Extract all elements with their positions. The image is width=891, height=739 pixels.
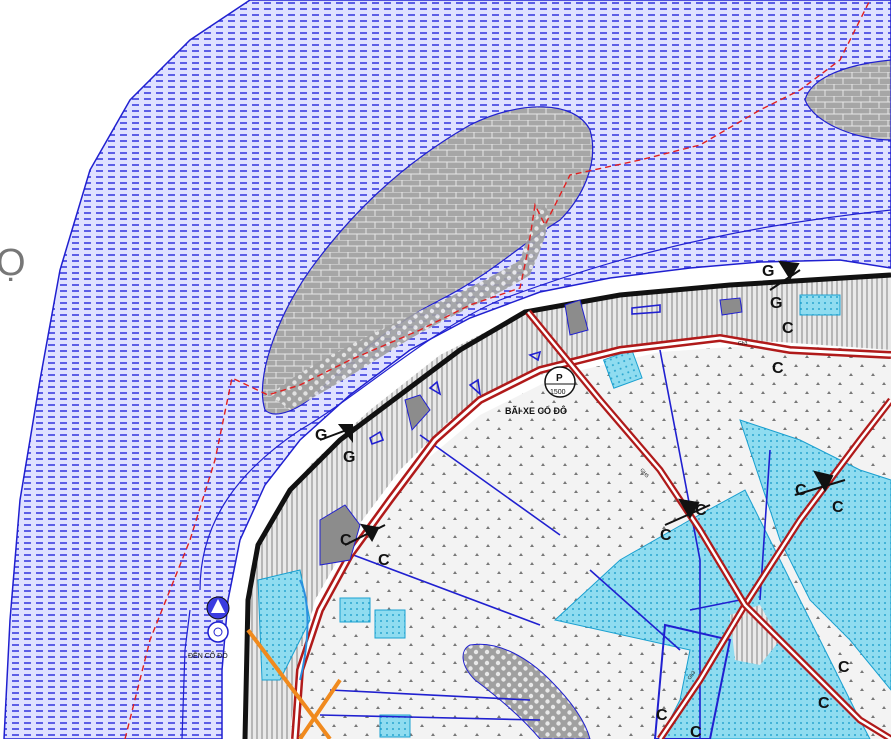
- section-cc-label-11: C: [656, 707, 668, 724]
- planning-map: Ọ P 1500 BÃI XE CỔ ĐÔ ĐỀN CỔ ĐÔ G G G G …: [0, 0, 891, 739]
- green-plot-5: [799, 294, 841, 316]
- green-plot-2: [374, 609, 406, 639]
- section-gg-label-2: G: [343, 449, 355, 466]
- parking-symbol: P: [556, 373, 563, 384]
- parking-capacity: 1500: [550, 389, 566, 396]
- section-cc-label-6: C: [695, 502, 707, 519]
- section-cc-label-10: C: [818, 695, 830, 712]
- section-cc-label-5: C: [660, 527, 672, 544]
- section-cc-label-8: C: [832, 499, 844, 516]
- section-cc-label-3: C: [340, 532, 352, 549]
- temple-seal-icon: [207, 621, 229, 643]
- section-cc-label-12: C: [690, 724, 702, 739]
- green-plot-4: [379, 714, 411, 738]
- section-gg-label-1: G: [315, 427, 327, 444]
- green-plot-3: [339, 597, 371, 623]
- section-cc-label-7: C: [795, 482, 807, 499]
- section-gg-label-3: G: [762, 263, 774, 280]
- section-gg-label-4: G: [770, 295, 782, 312]
- parking-label: BÃI XE CỔ ĐÔ: [505, 405, 567, 416]
- edge-glyph: Ọ: [0, 242, 26, 284]
- road-code-ring: Gh3: [738, 341, 748, 347]
- section-cc-label-2: C: [772, 360, 784, 377]
- section-cc-label-1: C: [782, 320, 794, 337]
- section-cc-label-9: C: [838, 659, 850, 676]
- section-cc-label-4: C: [378, 552, 390, 569]
